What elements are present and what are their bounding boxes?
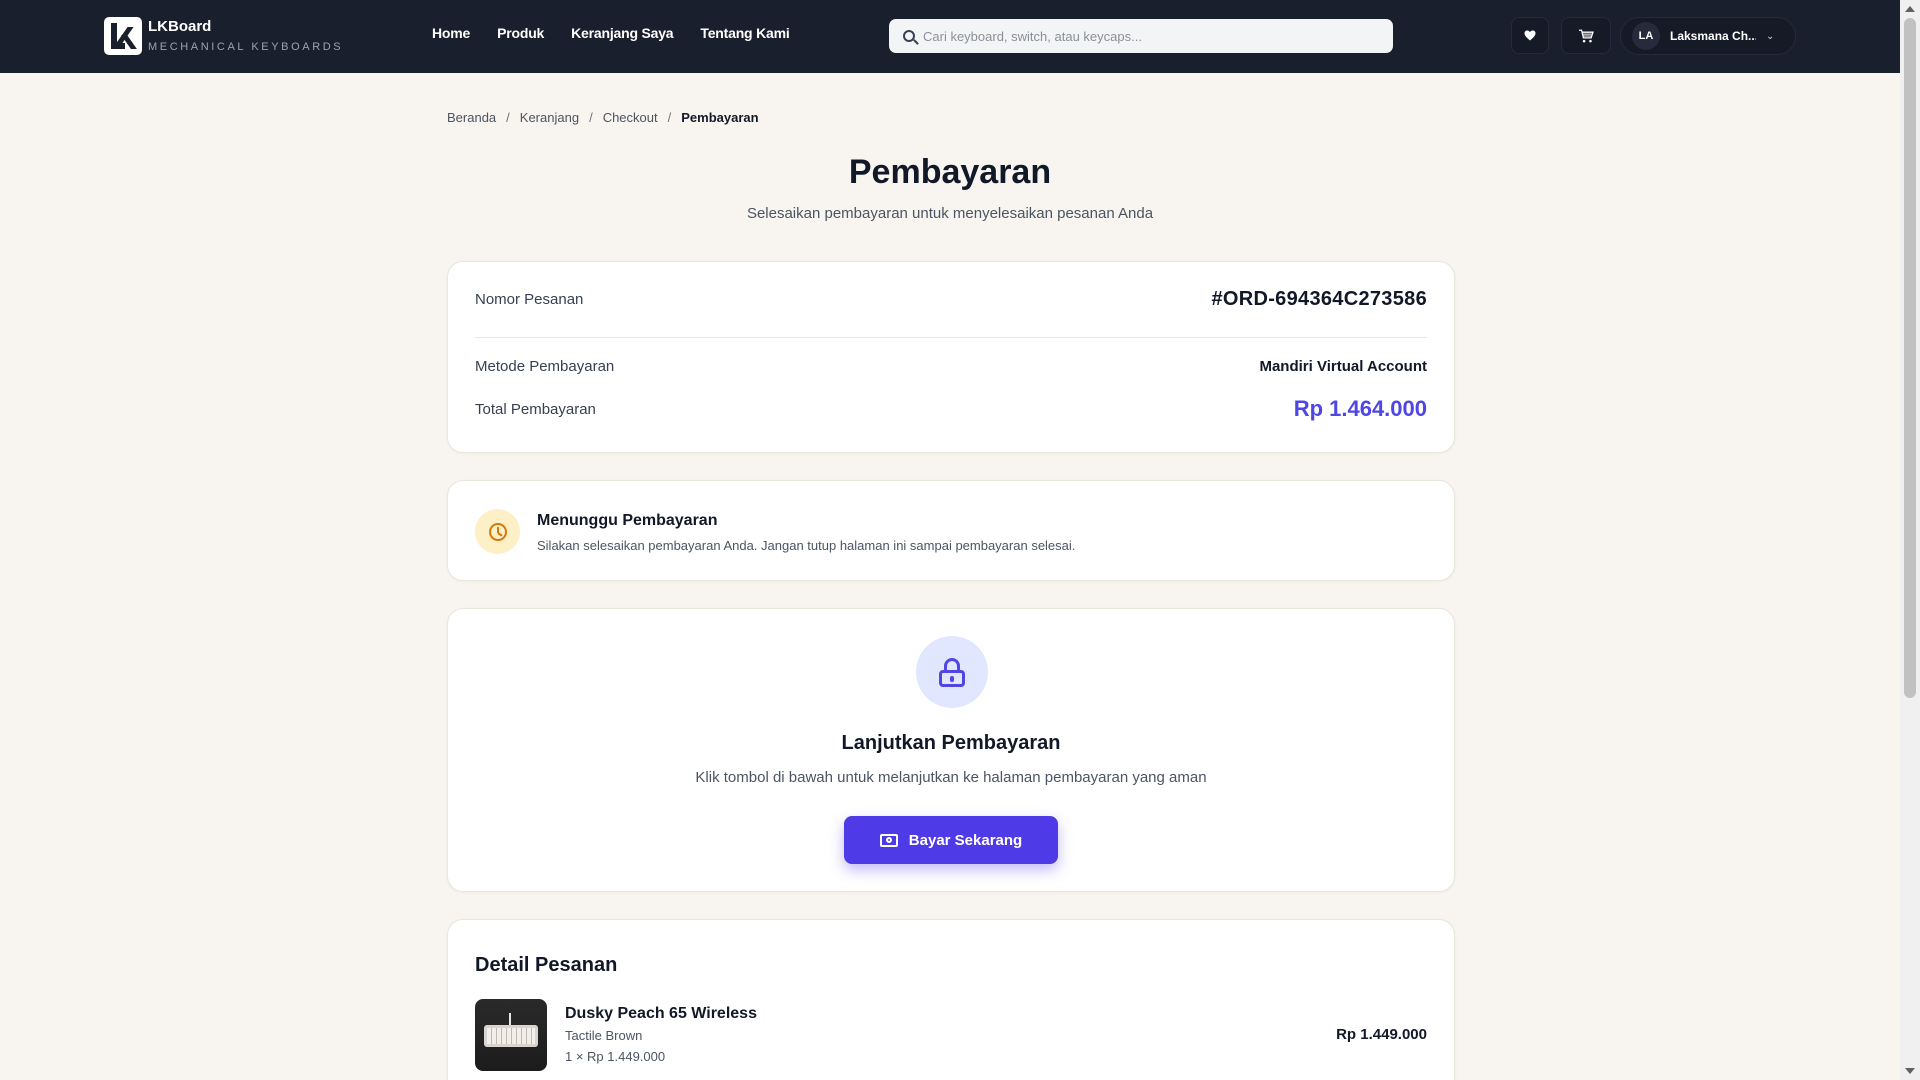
brand-name: LKBoard — [148, 17, 212, 35]
continue-payment-title: Lanjutkan Pembayaran — [841, 732, 1061, 754]
order-number-label: Nomor Pesanan — [475, 291, 584, 308]
chevron-down-icon: ⌄ — [1766, 30, 1775, 42]
search-input[interactable] — [923, 28, 1363, 44]
product-name[interactable]: Dusky Peach 65 Wireless — [565, 1005, 757, 1023]
brand-logo-icon — [104, 17, 142, 55]
search-bar[interactable] — [889, 19, 1393, 53]
payment-total-label: Total Pembayaran — [475, 400, 596, 418]
nav-produk[interactable]: Produk — [497, 25, 544, 41]
user-name: Laksmana Ch... — [1670, 29, 1756, 43]
breadcrumb-separator: / — [667, 110, 672, 125]
payment-method-label: Metode Pembayaran — [475, 358, 615, 375]
scroll-down-arrow-icon[interactable] — [1905, 1068, 1915, 1074]
order-number: #ORD-694364C273586 — [1211, 288, 1427, 310]
cart-button[interactable] — [1561, 17, 1611, 54]
page-subtitle: Selesaikan pembayaran untuk menyelesaika… — [746, 205, 1154, 222]
continue-payment-card: Lanjutkan Pembayaran Klik tombol di bawa… — [447, 608, 1455, 892]
pay-now-button[interactable]: Bayar Sekarang — [844, 816, 1058, 864]
breadcrumb-current: Pembayaran — [681, 110, 759, 125]
page-title: Pembayaran — [848, 153, 1052, 191]
lock-icon-badge — [916, 636, 988, 708]
order-detail-card: Detail Pesanan Dusky Peach 65 Wireless T… — [447, 919, 1455, 1080]
status-icon-badge — [475, 509, 520, 554]
payment-total-row: Total Pembayaran Rp 1.464.000 — [475, 396, 1427, 422]
product-variant: Tactile Brown — [565, 1028, 643, 1043]
lock-icon — [939, 658, 965, 687]
breadcrumb-beranda[interactable]: Beranda — [447, 110, 496, 125]
nav-home[interactable]: Home — [432, 25, 470, 41]
breadcrumb: Beranda / Keranjang / Checkout / Pembaya… — [447, 110, 759, 125]
status-description: Silakan selesaikan pembayaran Anda. Jang… — [537, 538, 1076, 553]
nav-tentang-kami[interactable]: Tentang Kami — [700, 25, 789, 41]
main-nav: Home Produk Keranjang Saya Tentang Kami — [432, 25, 790, 41]
order-detail-title: Detail Pesanan — [475, 954, 618, 976]
payment-method-value: Mandiri Virtual Account — [1259, 358, 1427, 375]
wishlist-button[interactable] — [1511, 17, 1549, 54]
top-navbar: LKBoard MECHANICAL KEYBOARDS Home Produk… — [0, 0, 1900, 73]
payment-total-value: Rp 1.464.000 — [1293, 396, 1427, 421]
breadcrumb-separator: / — [506, 110, 510, 125]
product-thumbnail[interactable] — [475, 999, 547, 1071]
search-icon — [903, 30, 915, 42]
payment-status-card: Menunggu Pembayaran Silakan selesaikan p… — [447, 480, 1455, 581]
cash-icon — [879, 833, 898, 847]
page-scrollbar[interactable] — [1900, 0, 1920, 1080]
order-summary-card: Nomor Pesanan #ORD-694364C273586 Metode … — [447, 261, 1455, 453]
breadcrumb-checkout[interactable]: Checkout — [603, 110, 658, 125]
breadcrumb-keranjang[interactable]: Keranjang — [520, 110, 579, 125]
brand-tagline: MECHANICAL KEYBOARDS — [148, 40, 344, 53]
scroll-thumb[interactable] — [1904, 18, 1916, 698]
brand[interactable]: LKBoard MECHANICAL KEYBOARDS — [104, 17, 343, 55]
pay-now-label: Bayar Sekarang — [908, 831, 1023, 849]
continue-payment-description: Klik tombol di bawah untuk melanjutkan k… — [695, 769, 1207, 786]
breadcrumb-separator: / — [589, 110, 593, 125]
payment-method-row: Metode Pembayaran Mandiri Virtual Accoun… — [475, 358, 1427, 375]
status-title: Menunggu Pembayaran — [537, 512, 718, 529]
clock-icon — [488, 522, 507, 541]
heart-icon — [1524, 30, 1536, 41]
avatar: LA — [1632, 22, 1660, 50]
scroll-up-arrow-icon[interactable] — [1905, 6, 1915, 12]
product-price: Rp 1.449.000 — [1336, 1026, 1427, 1043]
product-quantity: 1 × Rp 1.449.000 — [565, 1049, 666, 1064]
cart-icon — [1579, 29, 1594, 42]
user-menu[interactable]: LA Laksmana Ch... ⌄ — [1620, 17, 1796, 55]
order-number-row: Nomor Pesanan #ORD-694364C273586 — [475, 262, 1427, 338]
nav-keranjang-saya[interactable]: Keranjang Saya — [571, 25, 673, 41]
